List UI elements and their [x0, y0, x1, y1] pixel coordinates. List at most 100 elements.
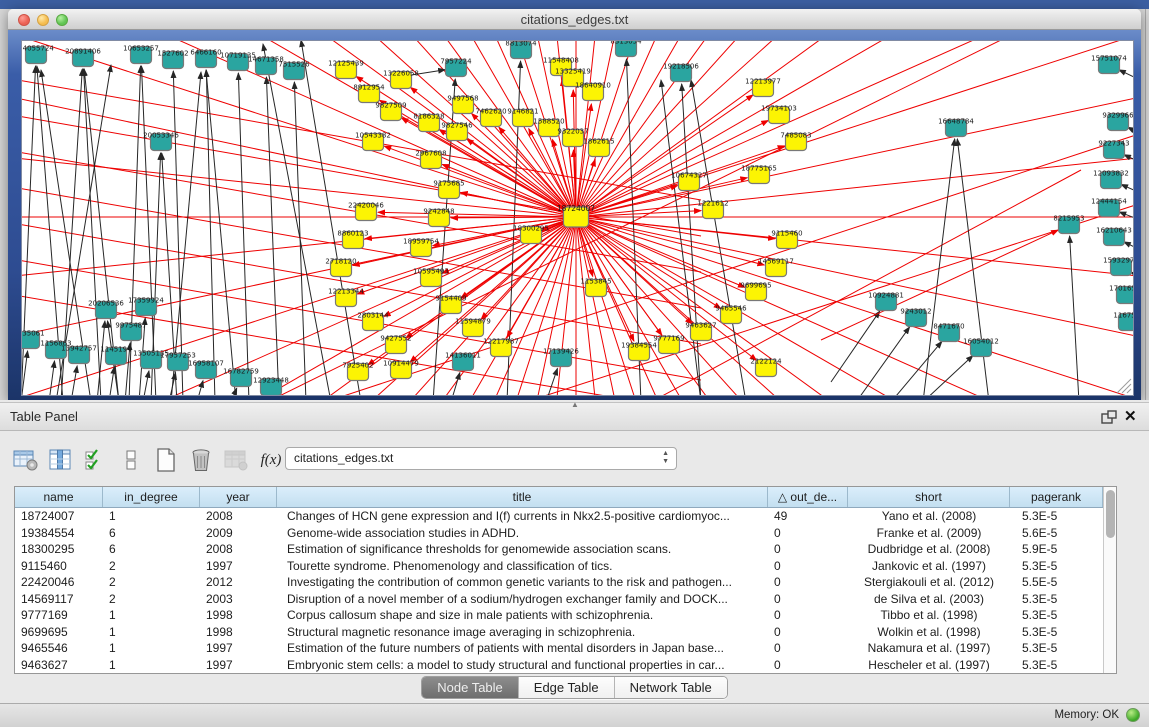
network-node-label: 9242848 — [423, 208, 454, 216]
network-node-label: 17359924 — [128, 297, 164, 305]
network-node-label: 18724007 — [557, 204, 595, 213]
table-cell: de Silva et al. (2003) — [848, 591, 1010, 608]
table-cell: Tourette syndrome. Phenomenology and cla… — [277, 558, 768, 575]
network-node-label: 9827546 — [441, 122, 473, 130]
network-node-label: 1145194 — [100, 346, 132, 354]
table-cell: 9777169 — [15, 607, 103, 624]
table-cell: 22420046 — [15, 574, 103, 591]
table-cell: 0 — [768, 558, 848, 575]
table-cell: Franke et al. (2009) — [848, 525, 1010, 542]
table-row[interactable]: 946554611997Estimation of the future num… — [15, 640, 1103, 657]
window-edge-divider — [1145, 9, 1146, 400]
table-cell: 2008 — [200, 541, 277, 558]
network-node-label: 16958107 — [188, 360, 224, 368]
network-window-title: citations_edges.txt — [8, 12, 1141, 27]
delete-table-button[interactable] — [185, 444, 217, 476]
table-row[interactable]: 977716911998Corpus callosum shape and si… — [15, 607, 1103, 624]
network-node-label: 17016504 — [1109, 285, 1133, 293]
scrollbar-thumb[interactable] — [1106, 490, 1115, 538]
network-node-label: 19734103 — [761, 105, 797, 113]
network-node-label: 2718120 — [325, 258, 356, 266]
panel-divider-grip[interactable]: ▲ — [571, 400, 579, 409]
float-panel-icon[interactable] — [1101, 410, 1117, 425]
network-node-label: 9465546 — [715, 305, 747, 313]
column-header-title[interactable]: title — [277, 487, 768, 507]
node-table: namein_degreeyeartitle△ out_de...shortpa… — [14, 486, 1117, 674]
table-cell: Jankovic et al. (1997) — [848, 558, 1010, 575]
network-node-label: 8860123 — [337, 230, 368, 238]
network-node-label: 20891406 — [65, 48, 101, 56]
fx-icon: f(x) — [261, 452, 282, 469]
table-row[interactable]: 1872400712008Changes of HCN gene express… — [15, 508, 1103, 525]
table-cell: 2 — [103, 558, 200, 575]
network-canvas[interactable]: 1212543989129541322605898275091054338281… — [21, 40, 1134, 396]
column-header-short[interactable]: short — [848, 487, 1010, 507]
table-settings-button[interactable] — [10, 444, 42, 476]
memory-indicator-icon[interactable] — [1126, 708, 1140, 722]
function-builder-button[interactable]: f(x) — [255, 444, 287, 476]
network-node-label: 9427552 — [380, 335, 411, 343]
table-vertical-scrollbar[interactable] — [1103, 487, 1116, 673]
table-row[interactable]: 1456911722003Disruption of a novel membe… — [15, 591, 1103, 608]
new-table-button[interactable] — [150, 444, 182, 476]
network-node-label: 20053346 — [143, 132, 179, 140]
table-cell: 1 — [103, 640, 200, 657]
network-node-label: 2135061 — [22, 330, 45, 338]
network-node-label: 7462620 — [475, 108, 506, 116]
network-node-label: 7957224 — [440, 58, 472, 66]
network-node-label: 15751074 — [1091, 55, 1127, 63]
table-cell: Investigating the contribution of common… — [277, 574, 768, 591]
column-header-in-degree[interactable]: in_degree — [103, 487, 200, 507]
network-node-label: 12213344 — [328, 288, 364, 296]
network-node-label: 9243012 — [900, 308, 931, 316]
table-cell: 9699695 — [15, 624, 103, 641]
tab-node-table[interactable]: Node Table — [422, 677, 519, 698]
table-cell: 0 — [768, 541, 848, 558]
table-cell: 6 — [103, 541, 200, 558]
import-table-button[interactable] — [220, 444, 252, 476]
table-cell: 1997 — [200, 558, 277, 575]
table-cell: 2003 — [200, 591, 277, 608]
table-cell: 1 — [103, 508, 200, 525]
column-header-year[interactable]: year — [200, 487, 277, 507]
table-row[interactable]: 946362711997Embryonic stem cells: a mode… — [15, 657, 1103, 674]
network-node-label: 12125439 — [328, 60, 364, 68]
app-top-strip — [0, 0, 1149, 9]
close-panel-icon[interactable]: ✕ — [1124, 407, 1137, 425]
table-row[interactable]: 2242004622012Investigating the contribut… — [15, 574, 1103, 591]
column-header-out-de-[interactable]: △ out_de... — [768, 487, 848, 507]
network-node-label: 9227343 — [1098, 140, 1129, 148]
table-cell: 9115460 — [15, 558, 103, 575]
table-cell: 9465546 — [15, 640, 103, 657]
tab-network-table[interactable]: Network Table — [615, 677, 727, 698]
table-cell: 0 — [768, 624, 848, 641]
table-row[interactable]: 1938455462009Genome-wide association stu… — [15, 525, 1103, 542]
table-cell: 5.6E-5 — [1010, 525, 1103, 542]
table-row[interactable]: 1830029562008Estimation of significance … — [15, 541, 1103, 558]
table-row[interactable]: 969969511998Structural magnetic resonanc… — [15, 624, 1103, 641]
network-node-label: 9322037 — [557, 128, 588, 136]
table-panel: ▲ Table Panel ✕ — [0, 400, 1149, 727]
network-node-label: 1527602 — [157, 50, 188, 58]
table-cell: 19384554 — [15, 525, 103, 542]
network-node-label: 12213977 — [745, 78, 781, 86]
network-node-label: 13226058 — [383, 70, 419, 78]
select-all-button[interactable] — [80, 444, 112, 476]
network-node-label: 12923448 — [253, 377, 289, 385]
column-header-pagerank[interactable]: pagerank — [1010, 487, 1103, 507]
network-node-label: 9827509 — [375, 102, 406, 110]
table-row[interactable]: 911546021997Tourette syndrome. Phenomeno… — [15, 558, 1103, 575]
select-column-button[interactable] — [45, 444, 77, 476]
table-cell: 2008 — [200, 508, 277, 525]
tab-edge-table[interactable]: Edge Table — [519, 677, 615, 698]
table-selector-dropdown[interactable]: citations_edges.txt ▲▼ — [285, 447, 677, 470]
table-cell: Genome-wide association studies in ADHD. — [277, 525, 768, 542]
clear-selection-button[interactable] — [115, 444, 147, 476]
network-window-titlebar[interactable]: citations_edges.txt — [8, 9, 1141, 30]
table-toolbar: f(x) — [10, 440, 290, 480]
table-cell: 5.3E-5 — [1010, 607, 1103, 624]
column-header-name[interactable]: name — [15, 487, 103, 507]
network-canvas-svg[interactable]: 1212543989129541322605898275091054338281… — [22, 41, 1133, 395]
network-node-label: 10543382 — [355, 132, 391, 140]
table-cell: 0 — [768, 591, 848, 608]
